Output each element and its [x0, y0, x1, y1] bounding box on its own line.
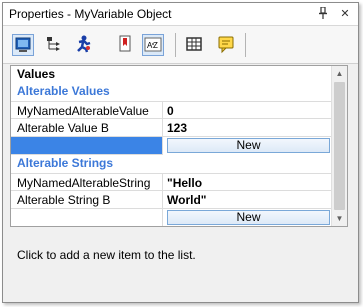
- description-panel: Click to add a new item to the list.: [10, 231, 348, 296]
- toolbar-separator: [245, 33, 246, 57]
- hierarchy-icon[interactable]: [44, 34, 66, 56]
- property-value[interactable]: "Hello: [163, 173, 333, 191]
- scroll-down-icon[interactable]: ▼: [332, 211, 347, 226]
- pin-icon[interactable]: [316, 6, 330, 20]
- scrollbar-thumb[interactable]: [334, 82, 345, 210]
- scroll-up-icon[interactable]: ▲: [332, 66, 347, 81]
- properties-icon[interactable]: [12, 34, 34, 56]
- toolbar: AZ: [3, 26, 358, 64]
- new-string-button[interactable]: New: [167, 210, 330, 225]
- toolbar-separator: [175, 33, 176, 57]
- new-item-row-selected-cell: [11, 137, 163, 155]
- section-alterable-values[interactable]: Alterable Values: [11, 83, 333, 101]
- property-name: MyNamedAlterableString: [11, 173, 163, 191]
- property-row[interactable]: MyNamedAlterableValue 0: [11, 101, 333, 119]
- bookmark-icon[interactable]: [115, 34, 137, 56]
- section-alterable-strings[interactable]: Alterable Strings: [11, 155, 333, 173]
- property-row[interactable]: Alterable String B World": [11, 191, 333, 209]
- sort-alpha-icon[interactable]: AZ: [142, 34, 164, 56]
- new-item-row-empty-cell: [11, 209, 163, 226]
- description-text: Click to add a new item to the list.: [17, 248, 196, 262]
- property-name: Alterable String B: [11, 191, 163, 209]
- property-value[interactable]: World": [163, 191, 333, 209]
- property-grid[interactable]: Values Alterable Values MyNamedAlterable…: [10, 65, 348, 227]
- run-icon[interactable]: [73, 34, 95, 56]
- vertical-scrollbar[interactable]: ▲ ▼: [331, 66, 347, 226]
- comment-icon[interactable]: [216, 34, 238, 56]
- title-bar[interactable]: Properties - MyVariable Object ✕: [3, 3, 358, 26]
- close-icon[interactable]: ✕: [338, 6, 352, 20]
- grid-icon[interactable]: [184, 34, 206, 56]
- new-item-row[interactable]: New: [11, 209, 333, 226]
- property-name: Alterable Value B: [11, 119, 163, 137]
- category-values[interactable]: Values: [11, 66, 333, 84]
- property-value[interactable]: 123: [163, 119, 333, 137]
- properties-window: Properties - MyVariable Object ✕ AZ Valu…: [2, 2, 359, 303]
- property-row[interactable]: Alterable Value B 123: [11, 119, 333, 137]
- new-value-button[interactable]: New: [167, 138, 330, 153]
- property-value[interactable]: 0: [163, 101, 333, 119]
- property-name: MyNamedAlterableValue: [11, 101, 163, 119]
- svg-text:Z: Z: [153, 41, 158, 50]
- new-item-row[interactable]: New: [11, 137, 333, 155]
- window-title: Properties - MyVariable Object: [9, 7, 172, 21]
- property-row[interactable]: MyNamedAlterableString "Hello: [11, 173, 333, 191]
